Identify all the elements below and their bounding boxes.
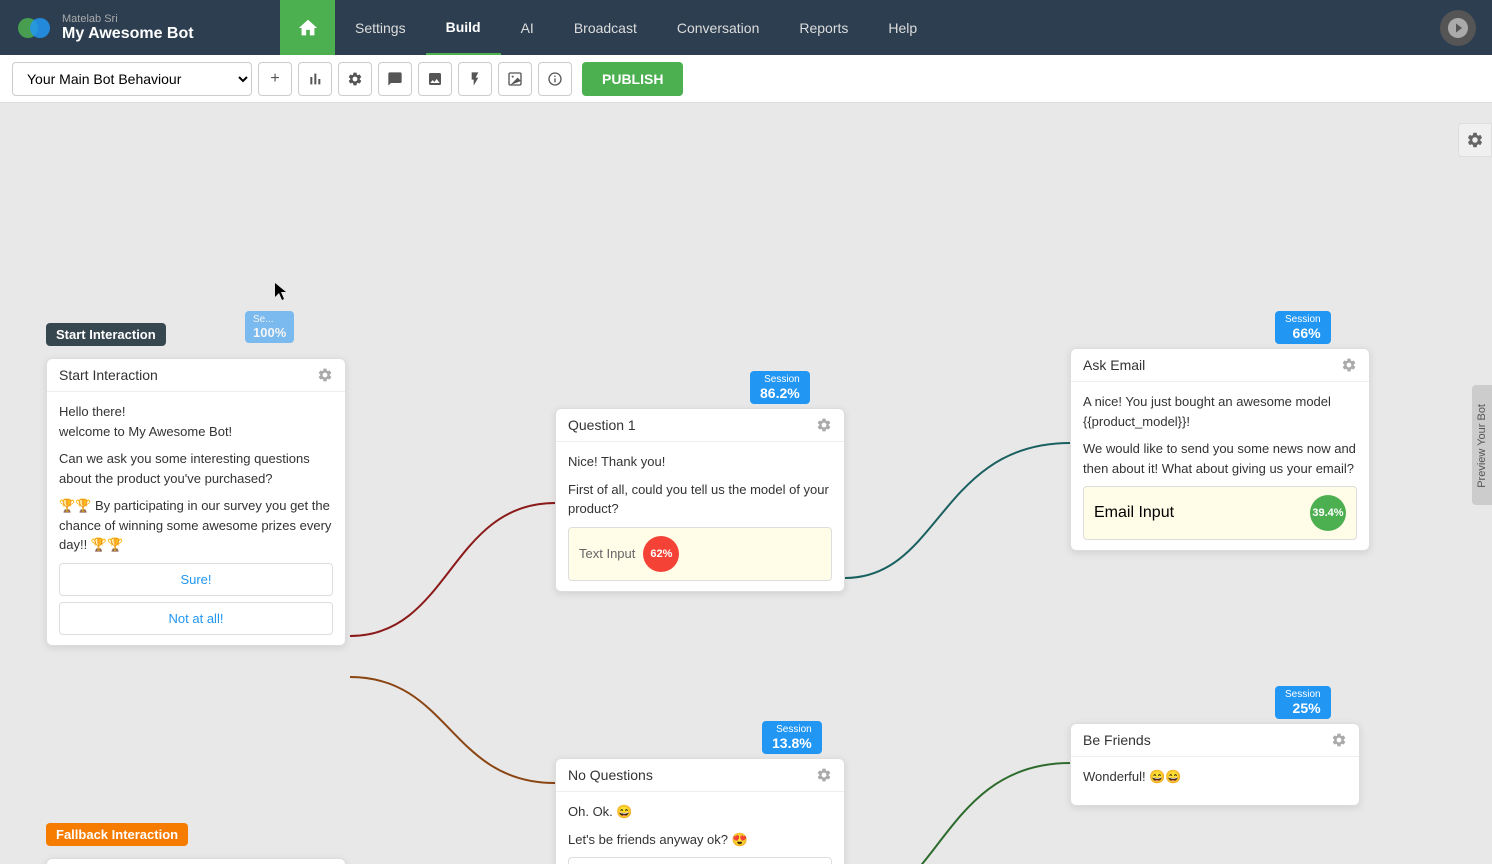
no-q-session-badge: Session 13.8% [762, 721, 822, 754]
start-interaction-label: Start Interaction [46, 323, 166, 346]
image-button[interactable] [418, 62, 452, 96]
no-questions-node[interactable]: No Questions Oh. Ok. 😄 Let's be friends … [555, 758, 845, 864]
top-nav: Matelab Sri My Awesome Bot Settings Buil… [0, 0, 1492, 55]
publish-button[interactable]: PUBLISH [582, 62, 683, 96]
start-interaction-node[interactable]: Start Interaction Hello there!welcome to… [46, 358, 346, 646]
nav-home[interactable] [280, 0, 335, 55]
be-friends-body: Wonderful! 😄😄 [1071, 757, 1359, 805]
be-friends-session-badge: Session 25% [1275, 686, 1331, 719]
image2-button[interactable] [498, 62, 532, 96]
toolbar: Your Main Bot Behaviour + PUBLISH [0, 55, 1492, 103]
nav-ai[interactable]: AI [501, 0, 554, 55]
no-q-text-2: Let's be friends anyway ok? 😍 [568, 830, 832, 850]
gear-button[interactable] [338, 62, 372, 96]
preview-tab[interactable]: Preview Your Bot [1472, 385, 1492, 505]
nav-right [1440, 10, 1492, 46]
start-gear-icon[interactable] [317, 367, 333, 383]
fallback-node-header: Fallback Interaction [47, 859, 345, 864]
fallback-node[interactable]: Fallback Interaction I'm sorry but I did… [46, 858, 346, 864]
canvas: Preview Your Bot Start Interaction Se...… [0, 103, 1492, 864]
q1-header: Question 1 [556, 409, 844, 442]
bot-name: My Awesome Bot [62, 25, 194, 43]
start-node-header: Start Interaction [47, 359, 345, 392]
start-node-body: Hello there!welcome to My Awesome Bot! C… [47, 392, 345, 645]
avatar[interactable] [1440, 10, 1476, 46]
not-at-all-button[interactable]: Not at all! [59, 602, 333, 635]
start-session-overlay: Se... 100% [245, 311, 294, 343]
nav-help[interactable]: Help [868, 0, 937, 55]
email-text-2: We would like to send you some news now … [1083, 439, 1357, 478]
nav-reports[interactable]: Reports [779, 0, 868, 55]
email-input-row: Email Input 39.4% [1083, 486, 1357, 540]
behaviour-dropdown[interactable]: Your Main Bot Behaviour [12, 62, 252, 96]
logo-icon [16, 10, 52, 46]
q1-text-1: Nice! Thank you! [568, 452, 832, 472]
fallback-label-area: Fallback Interaction [46, 823, 188, 846]
canvas-settings-button[interactable] [1458, 123, 1492, 157]
email-header: Ask Email [1071, 349, 1369, 382]
ask-email-node[interactable]: Ask Email A nice! You just bought an awe… [1070, 348, 1370, 551]
q1-text-input: Text Input 62% [568, 527, 832, 581]
nav-conversation[interactable]: Conversation [657, 0, 780, 55]
cursor [275, 283, 295, 303]
nav-build[interactable]: Build [426, 0, 501, 55]
preview-tab-label: Preview Your Bot [1476, 404, 1488, 488]
start-text-1: Hello there!welcome to My Awesome Bot! [59, 402, 333, 441]
logo-area: Matelab Sri My Awesome Bot [0, 10, 280, 46]
nav-settings[interactable]: Settings [335, 0, 426, 55]
q1-gear-icon[interactable] [816, 417, 832, 433]
q1-body: Nice! Thank you! First of all, could you… [556, 442, 844, 591]
email-pct-badge: 39.4% [1310, 495, 1346, 531]
email-gear-icon[interactable] [1341, 357, 1357, 373]
logo-text-area: Matelab Sri My Awesome Bot [62, 13, 194, 43]
no-q-text-1: Oh. Ok. 😄 [568, 802, 832, 822]
company-name: Matelab Sri [62, 13, 194, 25]
chat-button[interactable] [378, 62, 412, 96]
email-session-badge: Session 66% [1275, 311, 1331, 344]
email-text-1: A nice! You just bought an awesome model… [1083, 392, 1357, 431]
bar-chart-button[interactable] [298, 62, 332, 96]
be-friends-header: Be Friends [1071, 724, 1359, 757]
start-text-2: Can we ask you some interesting question… [59, 449, 333, 488]
be-friends-text: Wonderful! 😄😄 [1083, 767, 1347, 787]
be-friends-gear-icon[interactable] [1331, 732, 1347, 748]
nav-broadcast[interactable]: Broadcast [554, 0, 657, 55]
info-button[interactable] [538, 62, 572, 96]
lightning-button[interactable] [458, 62, 492, 96]
sure-button[interactable]: Sure! [59, 563, 333, 596]
q1-pct-badge: 62% [643, 536, 679, 572]
email-body: A nice! You just bought an awesome model… [1071, 382, 1369, 550]
question1-node[interactable]: Question 1 Nice! Thank you! First of all… [555, 408, 845, 592]
no-q-header: No Questions [556, 759, 844, 792]
be-friends-node[interactable]: Be Friends Wonderful! 😄😄 [1070, 723, 1360, 806]
q1-session-badge: Session 86.2% [750, 371, 810, 404]
q1-text-2: First of all, could you tell us the mode… [568, 480, 832, 519]
start-text-3: 🏆🏆 By participating in our survey you ge… [59, 496, 333, 555]
no-q-body: Oh. Ok. 😄 Let's be friends anyway ok? 😍 … [556, 792, 844, 864]
yes-of-course-button[interactable]: Yes of course [568, 857, 832, 864]
no-q-gear-icon[interactable] [816, 767, 832, 783]
add-button[interactable]: + [258, 62, 292, 96]
